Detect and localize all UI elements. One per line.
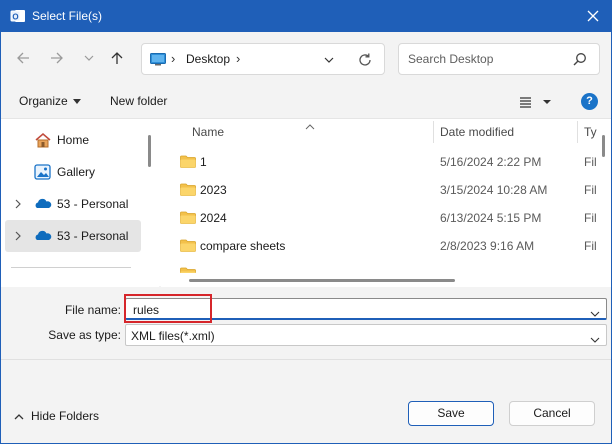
address-dropdown-button[interactable] xyxy=(323,54,335,66)
breadcrumb-desktop[interactable]: Desktop xyxy=(186,52,230,66)
list-item[interactable]: compare sheets 2/8/2023 9:16 AM Fil xyxy=(175,231,605,259)
file-name-label: File name: xyxy=(64,303,121,317)
browser-pane: Home Gallery 53 - Personal 53 - Personal… xyxy=(1,118,611,287)
nav-item-label: 53 - Personal xyxy=(57,197,129,211)
chevron-right-icon[interactable] xyxy=(13,198,23,210)
chevron-down-icon xyxy=(324,57,334,63)
save-button[interactable]: Save xyxy=(408,401,494,426)
nav-scrollbar-thumb[interactable] xyxy=(148,135,151,167)
nav-item-onedrive-personal[interactable]: 53 - Personal xyxy=(1,188,141,220)
nav-item-onedrive-personal-selected[interactable]: 53 - Personal xyxy=(5,220,141,252)
navigation-bar: › Desktop › Search Desktop xyxy=(1,32,611,86)
outlook-icon: O xyxy=(10,8,26,24)
file-name: compare sheets xyxy=(200,239,286,253)
view-list-icon xyxy=(520,97,551,108)
onedrive-icon xyxy=(34,196,52,212)
onedrive-icon xyxy=(34,228,52,244)
chevron-down-icon[interactable] xyxy=(590,306,600,317)
back-button[interactable] xyxy=(11,46,35,70)
folder-icon xyxy=(180,267,196,273)
list-item[interactable]: 2023 3/15/2024 10:28 AM Fil xyxy=(175,175,605,203)
search-placeholder: Search Desktop xyxy=(408,52,494,66)
file-date: 3/15/2024 10:28 AM xyxy=(440,183,548,197)
sort-ascending-icon xyxy=(305,119,315,130)
new-folder-button[interactable]: New folder xyxy=(110,94,167,108)
refresh-button[interactable] xyxy=(357,52,373,68)
cancel-button[interactable]: Cancel xyxy=(509,401,595,426)
column-header-type[interactable]: Ty xyxy=(584,125,597,139)
list-item[interactable]: 2024 6/13/2024 5:15 PM Fil xyxy=(175,203,605,231)
folder-icon xyxy=(180,239,196,252)
column-divider[interactable] xyxy=(577,121,578,143)
up-button[interactable] xyxy=(105,46,129,70)
file-name: 2024 xyxy=(200,211,227,225)
file-type: Fil xyxy=(584,211,597,225)
list-item[interactable]: 1 5/16/2024 2:22 PM Fil xyxy=(175,147,605,175)
divider xyxy=(1,359,611,360)
breadcrumb-separator[interactable]: › xyxy=(171,51,175,66)
save-as-type-select[interactable]: XML files(*.xml) xyxy=(125,324,607,346)
arrow-up-icon xyxy=(111,52,123,64)
file-date: 5/16/2024 2:22 PM xyxy=(440,155,542,169)
svg-text:O: O xyxy=(12,13,18,22)
organize-label: Organize xyxy=(19,94,68,108)
chevron-up-icon xyxy=(14,414,24,420)
column-header-date-modified[interactable]: Date modified xyxy=(440,125,514,139)
save-as-type-label: Save as type: xyxy=(48,328,121,342)
caret-down-icon xyxy=(72,99,81,105)
refresh-icon xyxy=(359,53,371,66)
search-icon[interactable] xyxy=(573,52,587,66)
file-type: Fil xyxy=(584,183,597,197)
file-type: Fil xyxy=(584,239,597,253)
file-date: 6/13/2024 5:15 PM xyxy=(440,211,542,225)
organize-button[interactable]: Organize xyxy=(19,94,81,108)
change-view-button[interactable] xyxy=(518,94,554,110)
arrow-left-icon xyxy=(17,52,29,64)
chevron-down-icon xyxy=(84,55,94,61)
file-list-vertical-scrollbar[interactable] xyxy=(602,135,605,157)
folder-icon xyxy=(180,211,196,224)
arrow-right-icon xyxy=(51,52,63,64)
navigation-pane: Home Gallery 53 - Personal 53 - Personal xyxy=(1,119,159,287)
hide-folders-label: Hide Folders xyxy=(31,409,100,423)
recent-locations-button[interactable] xyxy=(77,46,101,70)
folder-icon xyxy=(180,155,196,168)
window-title: Select File(s) xyxy=(32,9,103,23)
file-list-horizontal-scrollbar[interactable] xyxy=(189,279,455,282)
chevron-right-icon[interactable] xyxy=(13,230,23,242)
folder-icon xyxy=(180,183,196,196)
column-divider[interactable] xyxy=(433,121,434,143)
save-as-type-value: XML files(*.xml) xyxy=(131,329,215,343)
close-button[interactable] xyxy=(579,5,607,27)
column-header-name[interactable]: Name xyxy=(192,125,224,139)
nav-item-gallery[interactable]: Gallery xyxy=(1,156,141,188)
close-icon xyxy=(587,10,599,22)
list-item-partial[interactable] xyxy=(175,259,605,273)
command-bar: Organize New folder ? xyxy=(1,86,611,118)
nav-item-label: 53 - Personal xyxy=(57,229,129,243)
title-bar: O Select File(s) xyxy=(1,1,611,32)
home-icon xyxy=(34,132,52,148)
nav-divider xyxy=(11,267,131,268)
file-name: 2023 xyxy=(200,183,227,197)
hide-folders-button[interactable]: Hide Folders xyxy=(14,409,99,423)
this-pc-icon xyxy=(150,53,166,66)
select-files-dialog: O Select File(s) › Desktop › Search Desk… xyxy=(0,0,612,444)
breadcrumb-separator[interactable]: › xyxy=(236,51,240,66)
file-name-highlight xyxy=(124,294,212,323)
help-button[interactable]: ? xyxy=(581,93,598,110)
nav-item-home[interactable]: Home xyxy=(1,124,141,156)
address-bar[interactable]: › Desktop › xyxy=(141,43,385,75)
gallery-icon xyxy=(34,164,52,180)
file-type: Fil xyxy=(584,155,597,169)
nav-item-label: Gallery xyxy=(57,165,96,179)
file-date: 2/8/2023 9:16 AM xyxy=(440,239,535,253)
file-name: 1 xyxy=(200,155,207,169)
chevron-down-icon[interactable] xyxy=(590,332,600,343)
forward-button[interactable] xyxy=(45,46,69,70)
nav-item-label: Home xyxy=(57,133,90,147)
search-input[interactable]: Search Desktop xyxy=(398,43,600,75)
file-list: Name Date modified Ty 1 5/16/2024 2:22 P… xyxy=(161,119,611,287)
